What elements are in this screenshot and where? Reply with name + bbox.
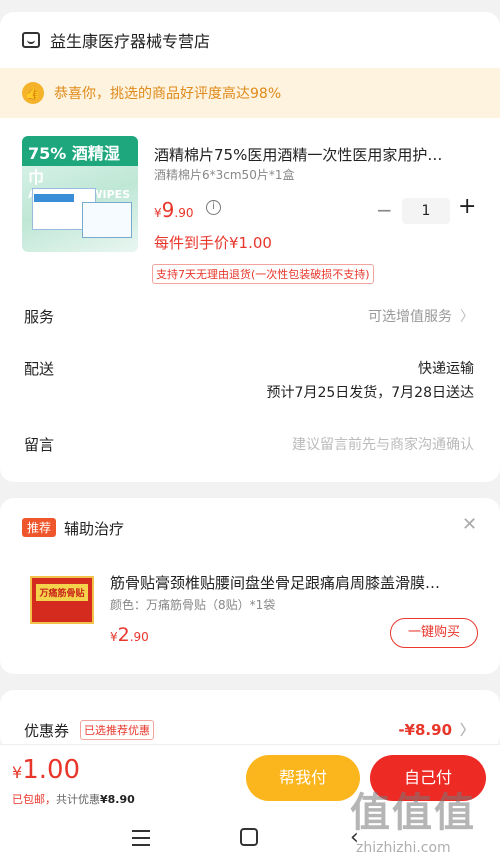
- recommend-title: 辅助治疗: [64, 520, 125, 538]
- store-icon: [22, 32, 40, 48]
- product-image[interactable]: 75% 酒精湿巾ALCOHOL WIPES: [22, 136, 138, 252]
- praise-text: 恭喜你，挑选的商品好评度高达98%: [54, 86, 282, 102]
- recommend-image-label: 万痛筋骨贴: [36, 584, 88, 601]
- delivery-row: 配送 快递运输 预计7月25日发货，7月28日送达: [0, 356, 500, 416]
- delivery-method: 快递运输: [418, 361, 474, 377]
- shop-name: 益生康医疗器械专营店: [50, 32, 211, 51]
- product-box-graphic-2: [82, 202, 132, 238]
- recommend-price: ¥2.90: [110, 624, 149, 646]
- menu-icon[interactable]: [132, 830, 150, 846]
- praise-banner: 👍 恭喜你，挑选的商品好评度高达98%: [0, 68, 500, 118]
- total-summary: 已包邮，共计优惠¥8.90: [12, 793, 135, 806]
- chevron-right-icon: 〉: [460, 723, 474, 739]
- service-value: 可选增值服务〉: [368, 309, 474, 325]
- recommend-item-name[interactable]: 筋骨贴膏颈椎贴腰间盘坐骨足跟痛肩周膝盖滑膜…: [110, 572, 478, 593]
- message-input[interactable]: 建议留言前先与商家沟通确认: [292, 434, 474, 454]
- product-stripe-graphic: [34, 194, 74, 202]
- final-price: 每件到手价¥1.00: [154, 234, 272, 252]
- watermark-url: zhizhizhi.com: [356, 840, 451, 856]
- coupon-card[interactable]: 优惠券 已选推荐优惠 -¥8.90 〉: [0, 690, 500, 750]
- chevron-right-icon: 〉: [460, 309, 474, 325]
- quantity-input[interactable]: 1: [402, 198, 450, 224]
- coupon-tag: 已选推荐优惠: [80, 720, 154, 740]
- shop-header[interactable]: 益生康医疗器械专营店: [0, 12, 500, 68]
- watermark-logo: 值值值: [350, 790, 476, 836]
- coupon-value: -¥8.90 〉: [398, 721, 474, 739]
- message-label: 留言: [24, 436, 55, 454]
- home-icon[interactable]: [240, 828, 258, 846]
- recommend-item-spec: 颜色：万痛筋骨贴（8贴）*1袋: [110, 598, 276, 612]
- close-icon[interactable]: ✕: [462, 514, 477, 535]
- service-row[interactable]: 服务 可选增值服务〉: [0, 302, 500, 342]
- recommend-image[interactable]: 万痛筋骨贴: [30, 576, 94, 624]
- coupon-label: 优惠券: [24, 722, 70, 740]
- delivery-label: 配送: [24, 360, 55, 378]
- help-pay-button[interactable]: 帮我付: [246, 755, 360, 801]
- decrease-quantity-button[interactable]: −: [376, 198, 393, 222]
- product-image-label: 75% 酒精湿巾ALCOHOL WIPES: [22, 136, 138, 201]
- thumbs-up-icon: 👍: [22, 82, 44, 104]
- increase-quantity-button[interactable]: +: [458, 194, 476, 219]
- return-policy-badge: 支持7天无理由退货(一次性包装破损不支持): [152, 264, 374, 284]
- delivery-estimate: 预计7月25日发货，7月28日送达: [266, 385, 474, 401]
- recommend-card: 推荐 辅助治疗 ✕ 万痛筋骨贴 筋骨贴膏颈椎贴腰间盘坐骨足跟痛肩周膝盖滑膜… 颜…: [0, 498, 500, 674]
- one-click-buy-button[interactable]: 一键购买: [390, 618, 478, 648]
- message-row[interactable]: 留言 建议留言前先与商家沟通确认: [0, 432, 500, 472]
- product-title[interactable]: 酒精棉片75%医用酒精一次性医用家用护…: [154, 144, 474, 165]
- product-price: ¥9.90: [154, 198, 194, 222]
- recommend-tag: 推荐: [22, 518, 57, 537]
- product-item: 75% 酒精湿巾ALCOHOL WIPES 酒精棉片75%医用酒精一次性医用家用…: [0, 118, 500, 288]
- total-price: ¥1.00: [12, 755, 81, 785]
- info-icon[interactable]: i: [206, 200, 221, 215]
- order-card: 益生康医疗器械专营店 👍 恭喜你，挑选的商品好评度高达98% 75% 酒精湿巾A…: [0, 12, 500, 482]
- service-label: 服务: [24, 308, 55, 326]
- product-spec[interactable]: 酒精棉片6*3cm50片*1盒: [154, 166, 294, 183]
